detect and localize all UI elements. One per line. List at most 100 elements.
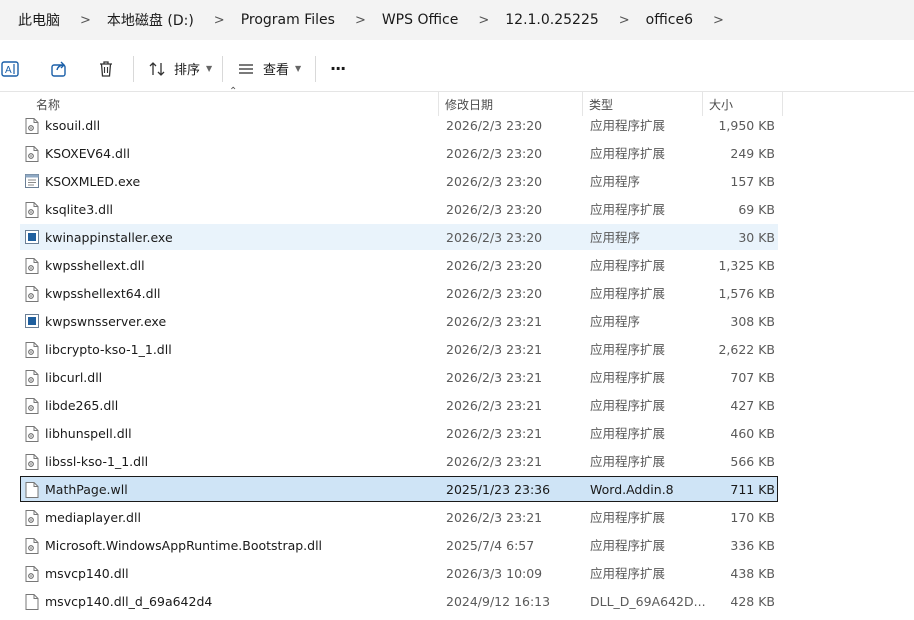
file-size: 460 KB: [730, 426, 775, 441]
file-row[interactable]: libcrypto-kso-1_1.dll 2026/2/3 23:21 应用程序扩…: [20, 336, 778, 362]
file-row[interactable]: kwinappinstaller.exe 2026/2/3 23:20 应用程序 30…: [20, 224, 778, 250]
file-type: 应用程序: [590, 174, 641, 189]
file-modified-date: 2026/2/3 23:20: [446, 230, 543, 245]
file-modified-date: 2026/2/3 23:21: [446, 398, 543, 413]
breadcrumb-label: 本地磁盘 (D:): [106, 13, 194, 29]
dll-file-icon: [25, 426, 39, 442]
dll-file-icon: [25, 510, 39, 526]
file-row[interactable]: ksouil.dll 2026/2/3 23:20 应用程序扩展 1,950 KB: [20, 112, 778, 138]
file-row[interactable]: libde265.dll 2026/2/3 23:21 应用程序扩展 427 KB: [20, 392, 778, 418]
file-name: libssl-kso-1_1.dll: [45, 454, 149, 469]
breadcrumb-item[interactable]: 12.1.0.25225 >: [503, 10, 643, 30]
file-size: 170 KB: [730, 510, 775, 525]
delete-button[interactable]: [95, 54, 117, 84]
share-button[interactable]: [48, 54, 70, 84]
file-row[interactable]: MathPage.wll 2025/1/23 23:36 Word.Addin.8 7…: [20, 476, 778, 502]
file-row[interactable]: Microsoft.WindowsAppRuntime.Bootstrap.dl…: [20, 532, 778, 558]
file-type: DLL_D_69A642D...: [590, 594, 706, 609]
chevron-right-icon[interactable]: >: [713, 13, 724, 28]
file-modified-date: 2024/9/12 16:13: [446, 594, 551, 609]
file-row[interactable]: libcurl.dll 2026/2/3 23:21 应用程序扩展 707 KB: [20, 364, 778, 390]
breadcrumb-item[interactable]: 本地磁盘 (D:) >: [105, 8, 239, 32]
svg-text:A: A: [5, 65, 12, 76]
file-name: libde265.dll: [45, 398, 119, 413]
file-name: ksqlite3.dll: [45, 202, 114, 217]
file-name: libhunspell.dll: [45, 426, 132, 441]
file-type: 应用程序扩展: [590, 286, 666, 301]
chevron-right-icon[interactable]: >: [80, 13, 91, 28]
breadcrumb-item[interactable]: Program Files >: [239, 10, 380, 30]
file-size: 1,325 KB: [718, 258, 775, 273]
dll-file-icon: [25, 118, 39, 134]
file-row[interactable]: msvcp140.dll 2026/3/3 10:09 应用程序扩展 438 KB: [20, 560, 778, 586]
file-name: libcrypto-kso-1_1.dll: [45, 342, 172, 357]
view-label: 查看: [263, 63, 290, 78]
file-size: 711 KB: [730, 482, 775, 497]
file-name: kwpswnsserver.exe: [45, 314, 167, 329]
file-row[interactable]: kwpswnsserver.exe 2026/2/3 23:21 应用程序 308 K…: [20, 308, 778, 334]
file-size: 438 KB: [730, 566, 775, 581]
file-modified-date: 2026/2/3 23:20: [446, 146, 543, 161]
dll-file-icon: [25, 146, 39, 162]
file-row[interactable]: msvcp140.dll_d_69a642d4 2024/9/12 16:13 DL…: [20, 588, 778, 614]
chevron-right-icon[interactable]: >: [478, 13, 489, 28]
chevron-right-icon[interactable]: >: [355, 13, 366, 28]
file-type: 应用程序扩展: [590, 370, 666, 385]
more-options-button[interactable]: ···: [330, 54, 346, 84]
file-row[interactable]: mediaplayer.dll 2026/2/3 23:21 应用程序扩展 170 K…: [20, 504, 778, 530]
file-row[interactable]: KSOXMLED.exe 2026/2/3 23:20 应用程序 157 KB: [20, 168, 778, 194]
file-modified-date: 2026/3/3 10:09: [446, 566, 543, 581]
dll-file-icon: [25, 258, 39, 274]
file-name: kwpsshellext.dll: [45, 258, 145, 273]
file-name: Microsoft.WindowsAppRuntime.Bootstrap.dl…: [45, 538, 323, 553]
file-type: 应用程序扩展: [590, 146, 666, 161]
file-row[interactable]: ksqlite3.dll 2026/2/3 23:20 应用程序扩展 69 KB: [20, 196, 778, 222]
file-type: 应用程序扩展: [590, 342, 666, 357]
breadcrumb-label: Program Files: [240, 12, 335, 28]
exe-app-icon: [25, 314, 39, 330]
chevron-right-icon[interactable]: >: [619, 13, 630, 28]
file-row[interactable]: KSOXEV64.dll 2026/2/3 23:20 应用程序扩展 249 KB: [20, 140, 778, 166]
file-modified-date: 2025/7/4 6:57: [446, 538, 535, 553]
exe-app-icon: [25, 230, 39, 246]
file-type: 应用程序扩展: [590, 258, 666, 273]
file-row[interactable]: libssl-kso-1_1.dll 2026/2/3 23:21 应用程序扩展 56…: [20, 448, 778, 474]
file-modified-date: 2026/2/3 23:21: [446, 454, 543, 469]
file-modified-date: 2026/2/3 23:20: [446, 202, 543, 217]
breadcrumb-item[interactable]: office6 >: [644, 10, 738, 30]
chevron-right-icon[interactable]: >: [214, 13, 225, 28]
view-list-icon: [235, 58, 257, 80]
file-name: KSOXEV64.dll: [45, 146, 130, 161]
breadcrumb-label: office6: [645, 12, 693, 28]
file-row[interactable]: kwpsshellext64.dll 2026/2/3 23:20 应用程序扩展 1,…: [20, 280, 778, 306]
dll-file-icon: [25, 566, 39, 582]
file-modified-date: 2026/2/3 23:21: [446, 426, 543, 441]
file-name: kwinappinstaller.exe: [45, 230, 173, 245]
file-size: 427 KB: [730, 398, 775, 413]
breadcrumb: 此电脑 > 本地磁盘 (D:) > Program Files > WPS Office >1…: [0, 0, 914, 40]
breadcrumb-item[interactable]: 此电脑 >: [16, 8, 105, 32]
breadcrumb-label: 此电脑: [18, 13, 60, 29]
sort-button[interactable]: 排序 ▼: [146, 54, 212, 84]
command-bar: A 排序 ▼ 查看 ▼ ···: [0, 46, 914, 92]
file-row[interactable]: kwpsshellext.dll 2026/2/3 23:20 应用程序扩展 1,32…: [20, 252, 778, 278]
file-size: 157 KB: [730, 174, 775, 189]
sort-icon: [146, 58, 168, 80]
file-modified-date: 2026/2/3 23:21: [446, 510, 543, 525]
sort-ascending-icon: ⌃: [229, 86, 238, 97]
file-name: msvcp140.dll_d_69a642d4: [45, 594, 213, 609]
file-row[interactable]: libhunspell.dll 2026/2/3 23:21 应用程序扩展 460 K…: [20, 420, 778, 446]
rename-button[interactable]: A: [0, 54, 22, 84]
file-modified-date: 2026/2/3 23:21: [446, 370, 543, 385]
share-icon: [48, 58, 70, 80]
file-name: libcurl.dll: [45, 370, 103, 385]
breadcrumb-item[interactable]: WPS Office >: [380, 10, 503, 30]
dll-file-icon: [25, 202, 39, 218]
file-type: 应用程序扩展: [590, 538, 666, 553]
column-divider[interactable]: [782, 92, 783, 116]
file-name: MathPage.wll: [45, 482, 128, 497]
file-type: 应用程序扩展: [590, 398, 666, 413]
file-size: 428 KB: [730, 594, 775, 609]
view-button[interactable]: 查看 ▼: [235, 54, 301, 84]
file-type: 应用程序扩展: [590, 510, 666, 525]
